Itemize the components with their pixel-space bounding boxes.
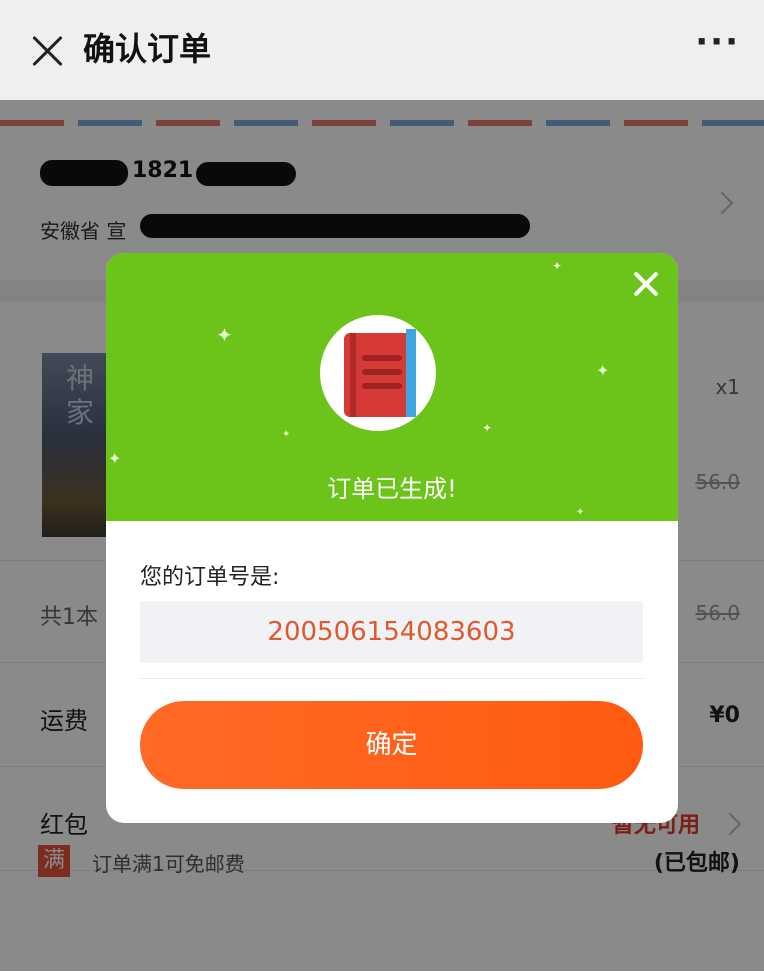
sparkle-icon: ✦ [596, 361, 610, 380]
sparkle-icon: ✦ [552, 259, 563, 273]
sparkle-icon: ✦ [576, 507, 585, 518]
order-number-label: 您的订单号是: [140, 565, 280, 590]
sparkle-icon: ✦ [216, 323, 233, 347]
confirm-button[interactable]: 确定 [140, 701, 643, 789]
sparkle-icon: ✦ [482, 421, 493, 435]
dialog-divider [140, 678, 643, 679]
dialog-header: ✦ ✦ ✦ ✦ ✦ ✦ ✦ 订单已生成! [106, 253, 678, 521]
dialog-title: 订单已生成! [327, 475, 457, 503]
dialog-close-icon[interactable] [632, 270, 660, 298]
page-title: 确认订单 [83, 30, 212, 68]
order-number: 200506154083603 [140, 601, 643, 663]
order-created-dialog: ✦ ✦ ✦ ✦ ✦ ✦ ✦ 订单已生成! 您的订单号是: 20050615408… [106, 253, 678, 823]
sparkle-icon: ✦ [282, 429, 291, 440]
book-icon [320, 315, 436, 431]
sparkle-icon: ✦ [108, 449, 122, 468]
close-icon[interactable] [30, 34, 64, 68]
more-menu-button[interactable]: ··· [695, 22, 740, 62]
top-bar: 确认订单 ··· [0, 0, 764, 100]
